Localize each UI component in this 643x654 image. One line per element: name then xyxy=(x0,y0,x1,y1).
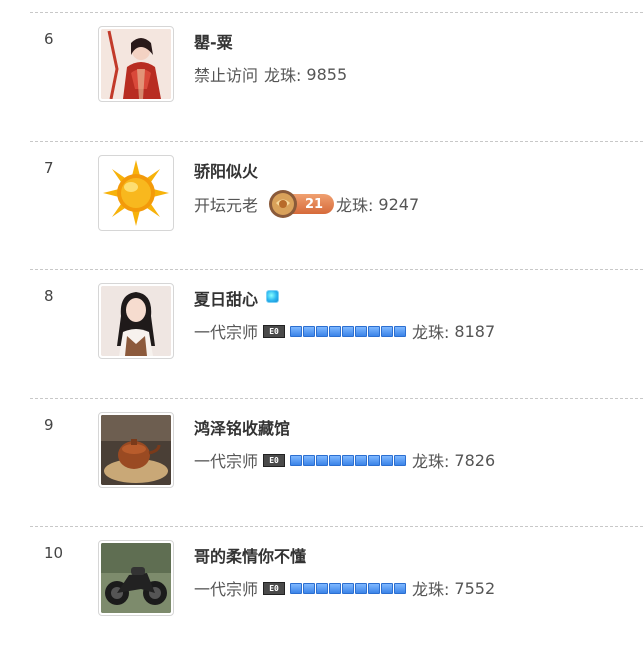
level-badge: E0 xyxy=(263,324,286,338)
user-meta: 一代宗师 E0 龙珠: 8187 xyxy=(194,319,495,343)
dragon-pearl-label: 龙珠: xyxy=(264,66,302,85)
level-block xyxy=(394,325,407,337)
level-block xyxy=(381,582,394,594)
level-block xyxy=(290,454,303,466)
level-block xyxy=(329,454,342,466)
username-text: 夏日甜心 xyxy=(194,290,259,309)
level-badge: E0 xyxy=(263,453,286,467)
dragon-pearl-label: 龙珠: xyxy=(412,452,450,471)
avatar[interactable] xyxy=(98,155,174,231)
avatar[interactable] xyxy=(98,412,174,488)
dragon-pearl-count: 7826 xyxy=(454,450,496,470)
level-block xyxy=(368,454,381,466)
dragon-pearl-count: 8187 xyxy=(454,321,496,341)
level-bar xyxy=(290,582,407,594)
rank-number: 10 xyxy=(44,544,64,562)
avatar[interactable] xyxy=(98,283,174,359)
level-block xyxy=(394,454,407,466)
level-block xyxy=(368,582,381,594)
level-block xyxy=(303,582,316,594)
level-block xyxy=(355,454,368,466)
level-block xyxy=(303,325,316,337)
rank-number: 7 xyxy=(44,159,54,177)
user-meta: 禁止访问 龙珠: 9855 xyxy=(194,62,347,86)
dragon-pearl-count: 7552 xyxy=(454,578,496,598)
rank-number: 9 xyxy=(44,416,54,434)
level-block xyxy=(394,582,407,594)
level-block xyxy=(290,582,303,594)
level-bar xyxy=(290,325,407,337)
user-meta: 一代宗师 E0 龙珠: 7826 xyxy=(194,448,495,472)
dragon-pearl-label: 龙珠: xyxy=(336,196,374,215)
table-row: 7 骄阳似火 开坛元老 21 龙珠: 9247 xyxy=(0,141,643,269)
dragon-pearl-label: 龙珠: xyxy=(412,323,450,342)
level-bar xyxy=(290,454,407,466)
username-link[interactable]: 夏日甜心 xyxy=(194,286,280,310)
level-block xyxy=(316,582,329,594)
rank-number: 6 xyxy=(44,30,54,48)
level-block xyxy=(342,454,355,466)
table-row: 8 夏日甜心 一代宗师 E0 龙珠: 8187 xyxy=(0,269,643,397)
dragon-pearl-count: 9247 xyxy=(378,194,420,214)
level-badge: E0 xyxy=(263,581,286,595)
level-block xyxy=(342,325,355,337)
level-block xyxy=(381,454,394,466)
medal-icon xyxy=(269,190,298,218)
table-row: 6 罌-粟 禁止访问 龙珠: 9855 xyxy=(0,12,643,140)
medal-badge[interactable]: 21 xyxy=(268,189,335,219)
vip-icon xyxy=(266,289,280,303)
username-link[interactable]: 骄阳似火 xyxy=(194,158,258,182)
table-row: 10 哥的柔情你不懂 一代宗师 E0 龙珠: 7552 xyxy=(0,526,643,654)
rank-number: 8 xyxy=(44,287,54,305)
avatar[interactable] xyxy=(98,540,174,616)
level-block xyxy=(381,325,394,337)
user-title: 一代宗师 xyxy=(194,580,259,599)
level-block xyxy=(368,325,381,337)
table-row: 9 鸿泽铭收藏馆 一代宗师 E0 龙珠: 7826 xyxy=(0,398,643,526)
username-link[interactable]: 鸿泽铭收藏馆 xyxy=(194,415,290,439)
level-block xyxy=(329,582,342,594)
user-title: 禁止访问 xyxy=(194,66,259,85)
level-block xyxy=(316,325,329,337)
avatar[interactable] xyxy=(98,26,174,102)
sun-icon xyxy=(103,160,169,226)
user-title: 一代宗师 xyxy=(194,452,259,471)
level-block xyxy=(329,325,342,337)
user-meta: 开坛元老 21 龙珠: 9247 xyxy=(194,189,419,219)
dragon-pearl-count: 9855 xyxy=(306,64,348,84)
level-block xyxy=(316,454,329,466)
level-block xyxy=(342,582,355,594)
level-block xyxy=(290,325,303,337)
username-link[interactable]: 哥的柔情你不懂 xyxy=(194,543,306,567)
user-meta: 一代宗师 E0 龙珠: 7552 xyxy=(194,576,495,600)
user-title: 一代宗师 xyxy=(194,323,259,342)
level-block xyxy=(355,582,368,594)
user-title: 开坛元老 xyxy=(194,196,259,215)
dragon-pearl-label: 龙珠: xyxy=(412,580,450,599)
level-block xyxy=(355,325,368,337)
username-link[interactable]: 罌-粟 xyxy=(194,29,233,53)
level-block xyxy=(303,454,316,466)
